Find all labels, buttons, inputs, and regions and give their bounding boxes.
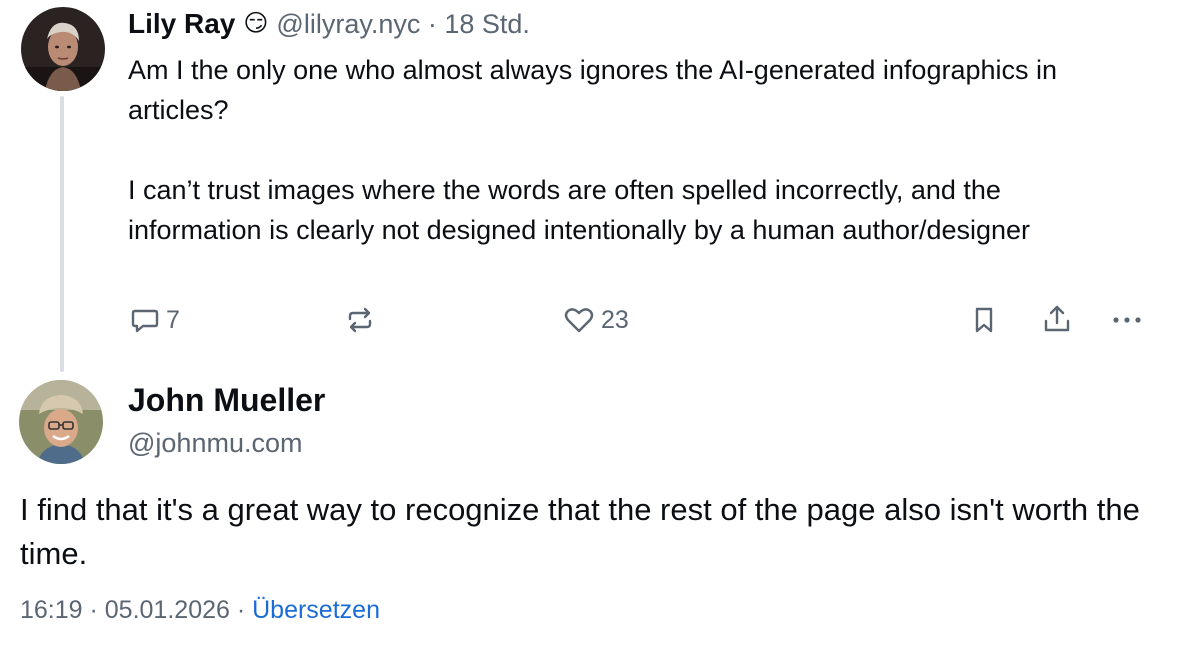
more-options-button[interactable] [1109, 300, 1145, 340]
post-header: Lily Ray 😏 @lilyray.nyc · 18 Std. [128, 6, 530, 42]
reply-icon [130, 305, 160, 335]
post-paragraph: Am I the only one who almost always igno… [128, 55, 1058, 125]
avatar[interactable] [19, 380, 103, 464]
post-paragraph: I can’t trust images where the words are… [128, 175, 1031, 245]
author-name[interactable]: John Mueller [128, 382, 325, 419]
avatar[interactable] [21, 7, 105, 91]
bookmark-button[interactable] [968, 300, 1000, 340]
like-button[interactable]: 23 [563, 300, 629, 340]
author-name[interactable]: Lily Ray [128, 8, 235, 40]
repost-button[interactable] [343, 300, 377, 340]
post-text: I find that it's a great way to recogniz… [20, 492, 1140, 571]
share-icon [1039, 303, 1075, 337]
more-icon [1109, 305, 1145, 335]
like-count: 23 [601, 305, 629, 334]
author-handle[interactable]: @johnmu.com [128, 428, 302, 459]
like-icon [563, 305, 595, 335]
share-button[interactable] [1039, 300, 1075, 340]
bookmark-icon [968, 304, 1000, 336]
post-timestamp: 16:19 · 05.01.2026 [20, 596, 230, 624]
post-actions: 7 23 [0, 300, 1182, 340]
reply-count: 7 [166, 305, 180, 334]
smirk-emoji-icon: 😏 [243, 10, 269, 37]
translate-link[interactable]: Übersetzen [252, 596, 380, 624]
meta-separator: · [229, 596, 253, 624]
post-meta: 16:19 · 05.01.2026 · Übersetzen [20, 596, 380, 625]
post-text: Am I the only one who almost always igno… [128, 50, 1128, 250]
reply-button[interactable]: 7 [130, 300, 180, 340]
author-handle-timestamp[interactable]: @lilyray.nyc · 18 Std. [276, 9, 529, 40]
repost-icon [343, 305, 377, 335]
